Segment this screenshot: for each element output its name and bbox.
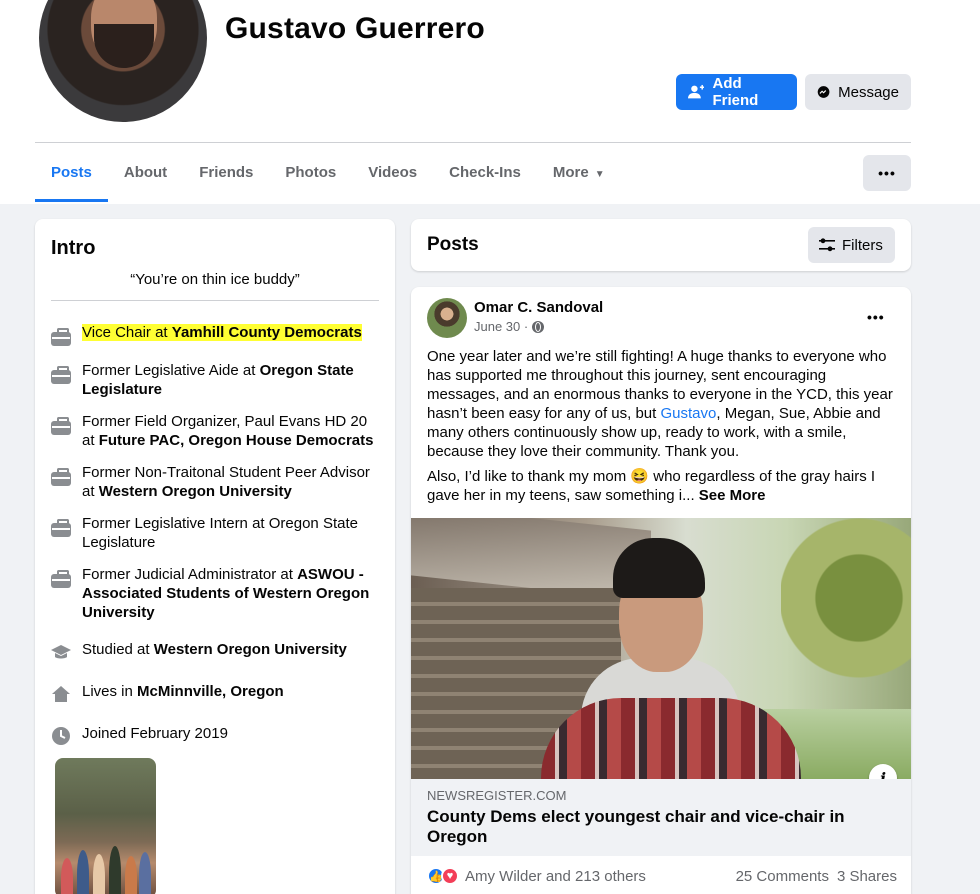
- post-card: Omar C. Sandoval June 30 · ••• One year …: [411, 287, 911, 894]
- tab-posts[interactable]: Posts: [35, 144, 108, 202]
- intro-item-pre: Former Judicial Administrator at: [82, 566, 298, 583]
- image-person: [541, 538, 801, 779]
- posts-title: Posts: [427, 234, 479, 255]
- add-friend-button[interactable]: Add Friend: [676, 74, 797, 110]
- sliders-icon: [819, 238, 835, 252]
- link-preview-image[interactable]: [411, 518, 911, 779]
- home-icon: [51, 684, 71, 704]
- post-mention-link[interactable]: Gustavo: [660, 405, 716, 422]
- header-divider: [35, 142, 911, 143]
- tab-friends[interactable]: Friends: [183, 144, 269, 202]
- featured-photo[interactable]: [55, 758, 156, 894]
- intro-title: Intro: [51, 237, 96, 259]
- intro-item-link[interactable]: McMinnville, Oregon: [137, 683, 284, 700]
- image-hair: [613, 538, 705, 598]
- tab-photos[interactable]: Photos: [269, 144, 352, 202]
- intro-bio: “You’re on thin ice buddy”: [130, 271, 300, 288]
- post-date: June 30 ·: [474, 319, 529, 334]
- post-stats: 👍 ♥ Amy Wilder and 213 others 25 Comment…: [427, 867, 897, 885]
- profile-tabs: Posts About Friends Photos Videos Check-…: [35, 144, 621, 202]
- briefcase-icon: [51, 516, 71, 537]
- globe-icon: [532, 320, 545, 333]
- shares-count[interactable]: 3 Shares: [837, 868, 897, 885]
- profile-name: Gustavo Guerrero: [225, 12, 485, 45]
- comments-count[interactable]: 25 Comments: [736, 868, 829, 885]
- tab-check-ins[interactable]: Check-Ins: [433, 144, 537, 202]
- image-plaid-shirt: [541, 698, 801, 779]
- intro-item-work: Former Field Organizer, Paul Evans HD 20…: [51, 412, 383, 450]
- post-author-name[interactable]: Omar C. Sandoval: [474, 299, 603, 316]
- posts-header-card: Posts Filters: [411, 219, 911, 271]
- intro-item-pre: Former Legislative Intern at Oregon Stat…: [82, 515, 358, 551]
- ellipsis-icon: •••: [867, 309, 885, 325]
- message-label: Message: [838, 83, 899, 101]
- intro-item-text: Vice Chair at Yamhill County Democrats: [82, 324, 362, 341]
- add-friend-label: Add Friend: [712, 75, 759, 109]
- intro-item-education: Studied at Western Oregon University: [51, 640, 383, 662]
- post-text: Also, I’d like to thank my mom 😆 who reg…: [427, 468, 876, 504]
- briefcase-icon: [51, 325, 71, 346]
- intro-item-work: Former Legislative Intern at Oregon Stat…: [51, 514, 383, 552]
- intro-item-pre: Former Legislative Aide at: [82, 362, 260, 379]
- link-preview[interactable]: NEWSREGISTER.COM County Dems elect young…: [411, 779, 911, 856]
- tab-about[interactable]: About: [108, 144, 183, 202]
- intro-item-work: Former Legislative Aide at Oregon State …: [51, 361, 383, 399]
- post-options-button[interactable]: •••: [867, 309, 885, 325]
- add-person-icon: [688, 84, 705, 99]
- profile-avatar[interactable]: [39, 0, 207, 122]
- briefcase-icon: [51, 567, 71, 588]
- intro-item-pre: Studied at: [82, 641, 154, 658]
- post-body: One year later and we’re still fighting!…: [427, 347, 897, 511]
- post-author-avatar[interactable]: [427, 298, 467, 338]
- post-paragraph: Also, I’d like to thank my mom 😆 who reg…: [427, 467, 897, 505]
- tab-more-label: More: [552, 164, 589, 181]
- intro-item-link[interactable]: Western Oregon University: [99, 483, 292, 500]
- love-reaction-icon: ♥: [441, 867, 459, 885]
- post-timestamp[interactable]: June 30 ·: [474, 319, 545, 334]
- avatar-beard: [94, 24, 154, 68]
- intro-item-work: Former Judicial Administrator at ASWOU -…: [51, 565, 383, 622]
- briefcase-icon: [51, 363, 71, 384]
- ellipsis-icon: •••: [878, 165, 896, 181]
- profile-header: Gustavo Guerrero Add Friend Message Post…: [0, 0, 980, 204]
- intro-item-work: Vice Chair at Yamhill County Democrats: [51, 323, 383, 346]
- tab-more[interactable]: More ▼: [537, 144, 621, 202]
- intro-divider: [51, 300, 379, 301]
- link-title: County Dems elect youngest chair and vic…: [427, 807, 845, 846]
- filters-button[interactable]: Filters: [808, 227, 895, 263]
- briefcase-icon: [51, 465, 71, 486]
- intro-item-link[interactable]: Western Oregon University: [154, 641, 347, 658]
- post-paragraph: One year later and we’re still fighting!…: [427, 347, 897, 461]
- intro-item-link[interactable]: Future PAC, Oregon House Democrats: [99, 432, 374, 449]
- see-more-link[interactable]: See More: [699, 487, 766, 504]
- message-button[interactable]: Message: [805, 74, 911, 110]
- intro-item-location: Lives in McMinnville, Oregon: [51, 682, 383, 704]
- clock-icon: [51, 726, 71, 746]
- messenger-icon: [817, 86, 830, 98]
- caret-down-icon: ▼: [594, 169, 605, 180]
- intro-item-work: Former Non-Traitonal Student Peer Adviso…: [51, 463, 383, 501]
- intro-item-pre: Lives in: [82, 683, 138, 700]
- intro-item-joined: Joined February 2019: [51, 724, 383, 746]
- intro-item-link[interactable]: Yamhill County Democrats: [172, 324, 362, 341]
- filters-label: Filters: [842, 236, 883, 254]
- intro-card: Intro “You’re on thin ice buddy” Vice Ch…: [35, 219, 395, 894]
- graduation-cap-icon: [51, 642, 71, 662]
- reactions-summary[interactable]: Amy Wilder and 213 others: [465, 868, 646, 885]
- link-domain: NEWSREGISTER.COM: [427, 788, 567, 803]
- intro-item-pre: Vice Chair at: [82, 324, 172, 341]
- briefcase-icon: [51, 414, 71, 435]
- intro-item-pre: Joined February 2019: [82, 725, 228, 742]
- more-options-button[interactable]: •••: [863, 155, 911, 191]
- tab-videos[interactable]: Videos: [352, 144, 433, 202]
